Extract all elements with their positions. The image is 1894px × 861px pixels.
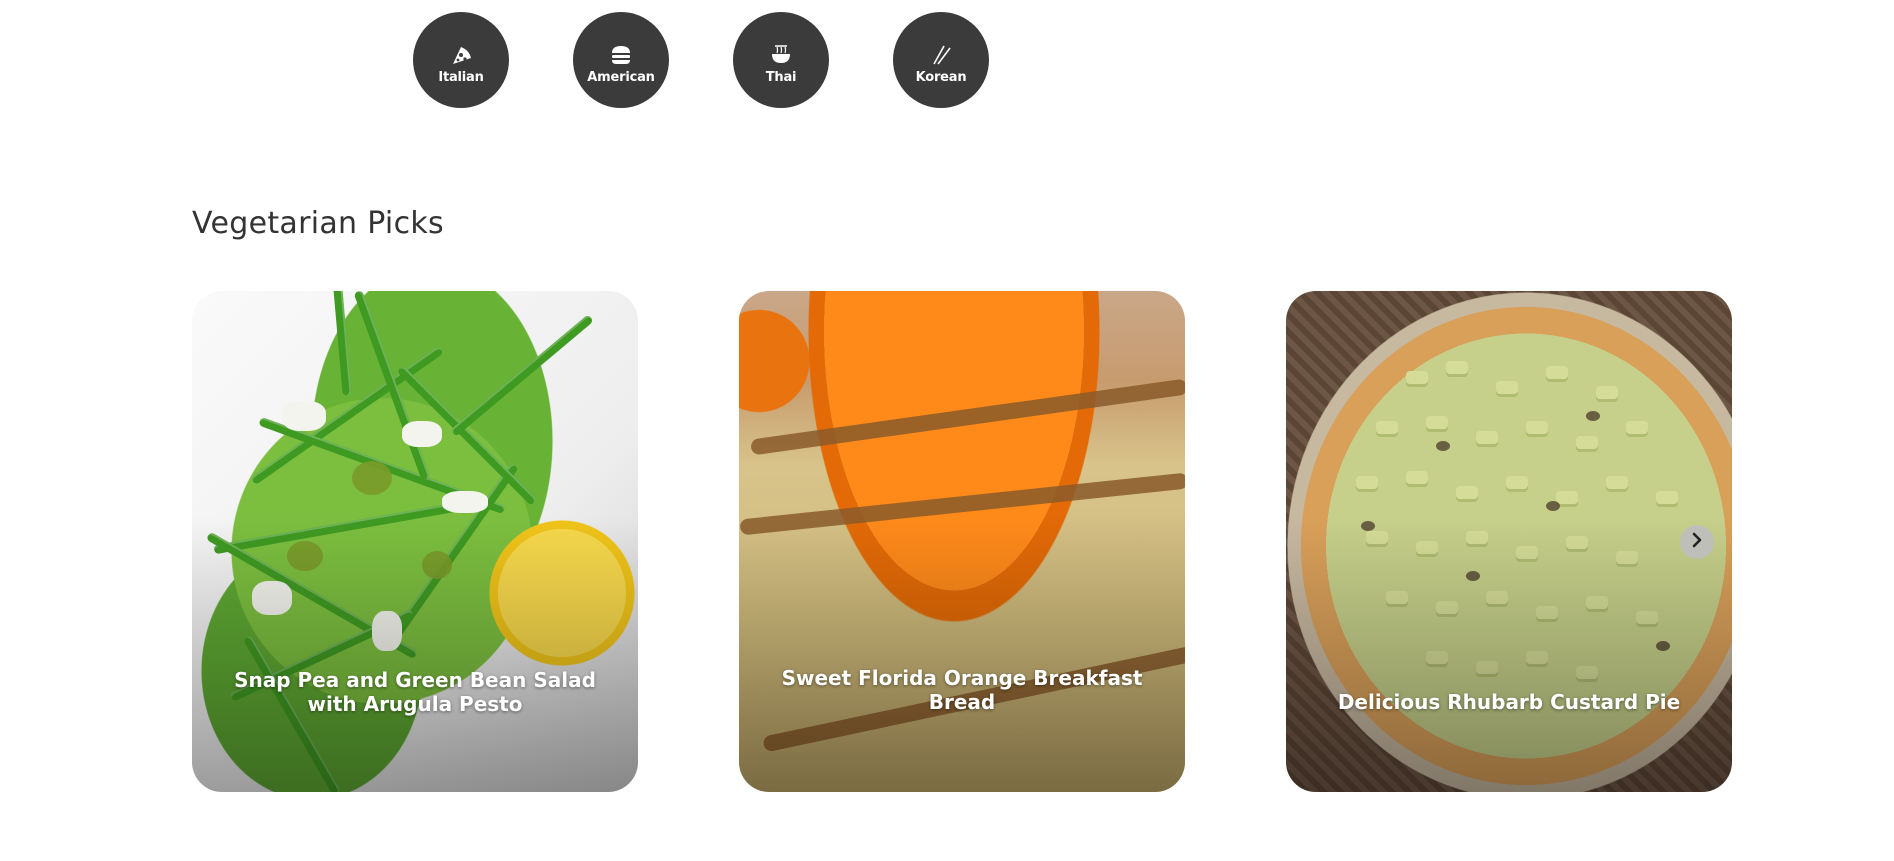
card-overlay: [192, 291, 638, 792]
cuisine-label: Italian: [438, 69, 484, 85]
recipe-card[interactable]: Delicious Rhubarb Custard Pie: [1286, 291, 1732, 792]
card-overlay: [739, 291, 1185, 792]
cuisine-thai-button[interactable]: Thai: [733, 12, 829, 108]
carousel-next-button[interactable]: [1680, 525, 1714, 559]
recipe-card[interactable]: Sweet Florida Orange Breakfast Bread: [739, 291, 1185, 792]
recipe-title: Delicious Rhubarb Custard Pie: [1337, 690, 1681, 714]
cuisine-label: Korean: [915, 69, 967, 85]
burger-icon: [608, 44, 634, 66]
cuisine-label: American: [587, 69, 655, 85]
cuisine-filter-bar: Italian American Thai Korean: [0, 12, 1648, 108]
noodle-bowl-icon: [768, 44, 794, 66]
cuisine-american-button[interactable]: American: [573, 12, 669, 108]
pizza-icon: [448, 44, 474, 66]
recipe-title: Snap Pea and Green Bean Salad with Arugu…: [234, 668, 596, 716]
cuisine-italian-button[interactable]: Italian: [413, 12, 509, 108]
recipe-title: Sweet Florida Orange Breakfast Bread: [781, 666, 1143, 714]
cuisine-korean-button[interactable]: Korean: [893, 12, 989, 108]
card-overlay: [1286, 291, 1732, 792]
recipe-card[interactable]: Snap Pea and Green Bean Salad with Arugu…: [192, 291, 638, 792]
recipe-carousel: Snap Pea and Green Bean Salad with Arugu…: [192, 291, 1738, 792]
chopsticks-icon: [928, 44, 954, 66]
cuisine-label: Thai: [765, 69, 797, 85]
chevron-right-icon: [1690, 532, 1704, 552]
section-title: Vegetarian Picks: [192, 206, 444, 241]
